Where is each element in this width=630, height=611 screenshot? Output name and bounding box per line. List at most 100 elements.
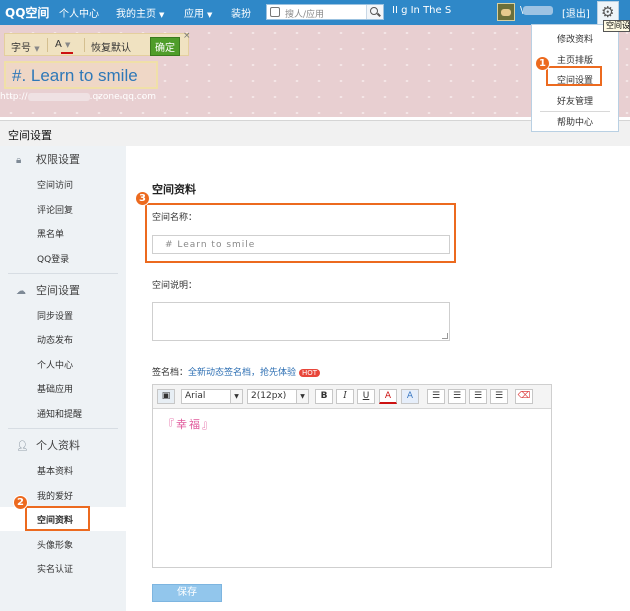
nav-apps-label: 应用 xyxy=(184,9,204,20)
confirm-button[interactable]: 确定 xyxy=(150,37,180,56)
signature-content[interactable]: 『幸福』 xyxy=(163,416,215,432)
sidebar-item-basic-apps[interactable]: 基础应用 xyxy=(37,382,73,395)
space-description-textarea[interactable] xyxy=(152,302,450,341)
logout-link[interactable]: [退出] xyxy=(562,5,590,20)
underline-button[interactable]: U xyxy=(357,389,375,404)
signature-label-row: 签名档：全新动态签名档，抢先体验 HOT xyxy=(152,365,321,378)
nav-my-homepage-label: 我的主页 xyxy=(116,9,156,20)
space-name-input[interactable]: # Learn to smile xyxy=(152,235,450,254)
chevron-down-icon: ▼ xyxy=(34,45,40,53)
font-color-label: A xyxy=(55,39,62,50)
font-family-select[interactable]: Arial ▼ xyxy=(181,389,243,404)
search-input[interactable]: 搜人/应用 xyxy=(285,7,324,20)
search-box[interactable]: 搜人/应用 xyxy=(266,4,384,20)
step-badge-1: 1 xyxy=(535,56,550,71)
qzone-logo[interactable]: QQ空间 xyxy=(5,4,49,21)
sidebar-item-qq-login[interactable]: QQ登录 xyxy=(37,252,69,265)
resize-handle[interactable] xyxy=(442,333,448,339)
chevron-down-icon: ▼ xyxy=(159,11,165,19)
banner-title-toolbar: 字号 ▼ A ▼ 恢复默认 确定 × xyxy=(4,31,191,56)
sidebar-item-comment-reply[interactable]: 评论回复 xyxy=(37,203,73,216)
eraser-icon[interactable]: ⌫ xyxy=(515,389,533,404)
music-player[interactable]: II g In The S xyxy=(392,5,451,16)
sidebar-item-space-profile[interactable]: 空间资料 xyxy=(37,513,73,526)
sidebar-item-feed-publish[interactable]: 动态发布 xyxy=(37,333,73,346)
settings-dropdown-menu: 修改资料 主页排版 空间设置 好友管理 帮助中心 xyxy=(531,24,619,132)
justify-icon[interactable]: ☰ xyxy=(490,389,508,404)
url-suffix: .qzone.qq.com xyxy=(89,92,156,102)
top-navigation-bar: QQ空间 个人中心 我的主页 ▼ 应用 ▼ 装扮 搜人/应用 II g In The… xyxy=(0,0,630,25)
avatar[interactable] xyxy=(497,3,515,21)
align-left-icon[interactable]: ☰ xyxy=(427,389,445,404)
align-center-icon[interactable]: ☰ xyxy=(448,389,466,404)
editor-toolbar: ▣ Arial ▼ 2(12px) ▼ B I U A A ☰ ☰ ☰ ☰ ⌫ xyxy=(153,385,551,409)
sidebar-item-space-access[interactable]: 空间访问 xyxy=(37,178,73,191)
space-url[interactable]: http:// .qzone.qq.com xyxy=(0,92,156,102)
insert-image-icon[interactable]: ▣ xyxy=(157,389,175,404)
sidebar-item-notifications[interactable]: 通知和提醒 xyxy=(37,407,82,420)
close-icon[interactable]: × xyxy=(183,31,191,41)
menu-item-edit-profile[interactable]: 修改资料 xyxy=(532,32,618,45)
sidebar-item-sync-settings[interactable]: 同步设置 xyxy=(37,309,73,322)
sidebar-item-real-name[interactable]: 实名认证 xyxy=(37,562,73,575)
align-right-icon[interactable]: ☰ xyxy=(469,389,487,404)
step-badge-3: 3 xyxy=(135,191,150,206)
font-size-label: 字号 xyxy=(11,43,31,54)
font-family-value: Arial xyxy=(185,391,206,401)
sidebar-section-profile: 👤︎ 个人资料 xyxy=(16,437,80,453)
new-signature-link[interactable]: 全新动态签名档，抢先体验 xyxy=(188,368,296,378)
search-icon[interactable] xyxy=(366,5,383,19)
text-color-button[interactable]: A xyxy=(379,389,397,404)
italic-button[interactable]: I xyxy=(336,389,354,404)
sidebar-item-hobbies[interactable]: 我的爱好 xyxy=(37,489,73,502)
nav-my-homepage[interactable]: 我的主页 ▼ xyxy=(116,5,164,20)
background-color-button[interactable]: A xyxy=(401,389,419,404)
nav-decorate[interactable]: 装扮 xyxy=(231,5,251,20)
sidebar-item-personal-center[interactable]: 个人中心 xyxy=(37,358,73,371)
save-button[interactable]: 保存 xyxy=(152,584,222,602)
cloud-icon: ☁︎ xyxy=(16,286,26,297)
sidebar-item-blacklist[interactable]: 黑名单 xyxy=(37,227,64,240)
bold-button[interactable]: B xyxy=(315,389,333,404)
form-title: 空间资料 xyxy=(152,183,196,196)
font-size-select[interactable]: 2(12px) ▼ xyxy=(247,389,309,404)
user-icon: 👤︎ xyxy=(16,441,29,452)
space-description-label: 空间说明： xyxy=(152,281,198,291)
toolbar-divider xyxy=(47,38,48,52)
sidebar-section-label: 权限设置 xyxy=(36,153,80,166)
menu-divider xyxy=(540,111,610,112)
font-size-value: 2(12px) xyxy=(251,391,287,401)
person-search-icon xyxy=(270,7,280,17)
chevron-down-icon: ▼ xyxy=(65,41,71,49)
toolbar-divider xyxy=(84,38,85,52)
sidebar-divider xyxy=(8,428,118,429)
sidebar-item-basic-profile[interactable]: 基本资料 xyxy=(37,464,73,477)
space-name-label: 空间名称： xyxy=(152,213,198,223)
settings-tooltip: 空间设 xyxy=(603,20,630,32)
sidebar-section-permissions: 🔒︎ 权限设置 xyxy=(16,151,80,167)
menu-item-space-settings[interactable]: 空间设置 xyxy=(532,73,618,86)
settings-sidebar: 🔒︎ 权限设置 空间访问 评论回复 黑名单 QQ登录 ☁︎ 空间设置 同步设置 动态… xyxy=(0,146,126,611)
sidebar-section-label: 个人资料 xyxy=(36,439,80,452)
font-size-dropdown[interactable]: 字号 ▼ xyxy=(11,39,40,54)
signature-editor: ▣ Arial ▼ 2(12px) ▼ B I U A A ☰ ☰ ☰ ☰ ⌫ 『幸… xyxy=(152,384,552,568)
redacted-qq-number xyxy=(27,92,90,101)
signature-label: 签名档： xyxy=(152,368,189,378)
menu-item-friend-management[interactable]: 好友管理 xyxy=(532,94,618,107)
nav-apps[interactable]: 应用 ▼ xyxy=(184,5,212,20)
space-name-value: # Learn to smile xyxy=(165,240,256,250)
menu-item-help-center[interactable]: 帮助中心 xyxy=(532,115,618,128)
sidebar-item-avatar[interactable]: 头像形象 xyxy=(37,538,73,551)
sidebar-divider xyxy=(8,273,118,274)
space-title-editor[interactable]: #. Learn to smile xyxy=(4,61,158,89)
redacted-username xyxy=(523,5,554,15)
font-color-swatch xyxy=(61,52,73,54)
font-color-dropdown[interactable]: A ▼ xyxy=(55,39,70,50)
sidebar-section-label: 空间设置 xyxy=(36,284,80,297)
username[interactable]: \ xyxy=(520,5,554,16)
reset-default-button[interactable]: 恢复默认 xyxy=(91,39,131,54)
space-title-text: #. Learn to smile xyxy=(12,66,138,85)
page-title: 空间设置 xyxy=(8,129,52,142)
nav-personal-center[interactable]: 个人中心 xyxy=(59,5,99,20)
chevron-down-icon: ▼ xyxy=(207,11,213,19)
